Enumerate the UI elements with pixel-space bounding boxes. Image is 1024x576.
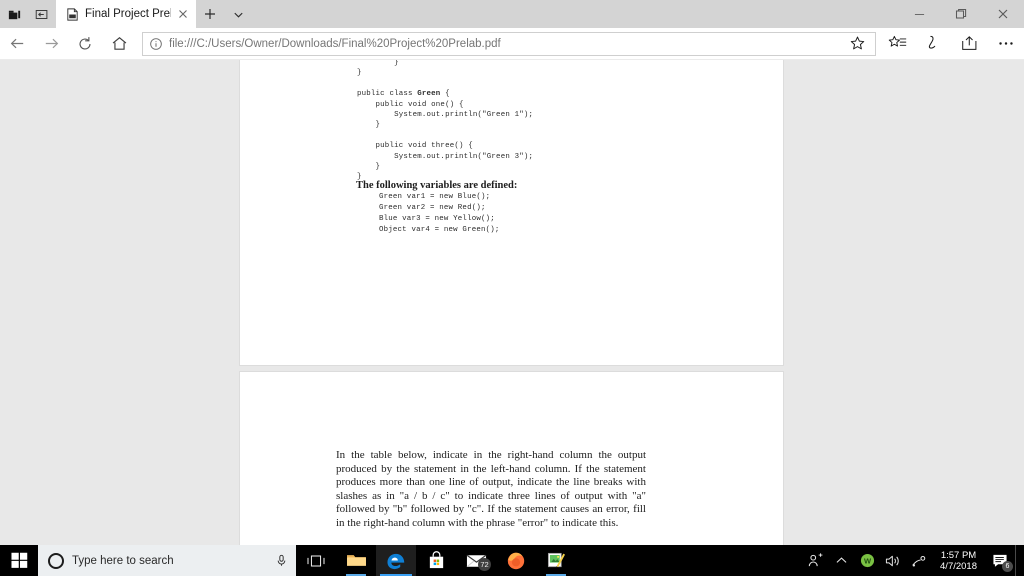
- windows-taskbar: Type here to search 72 W 1:57 PM 4/7/201…: [0, 545, 1024, 576]
- forward-button[interactable]: [34, 28, 68, 60]
- cortana-icon[interactable]: [48, 552, 64, 569]
- address-bar[interactable]: file:///C:/Users/Owner/Downloads/Final%2…: [142, 31, 876, 56]
- pdf-page-1: } } public class Green { public void one…: [240, 60, 783, 365]
- tray-icon-green-app[interactable]: W: [854, 545, 880, 576]
- browser-action-buttons: [880, 28, 1024, 60]
- search-input[interactable]: Type here to search: [38, 545, 296, 576]
- restore-tabs-icon[interactable]: [28, 0, 56, 28]
- network-icon[interactable]: [906, 545, 932, 576]
- show-desktop-button[interactable]: [1015, 545, 1022, 576]
- start-button[interactable]: [0, 545, 38, 576]
- pdf-page-2: In the table below, indicate in the righ…: [240, 372, 783, 545]
- chevron-down-icon[interactable]: [224, 0, 252, 28]
- back-button[interactable]: [0, 28, 34, 60]
- taskbar-item-mail[interactable]: 72: [456, 545, 496, 576]
- action-center-badge: 6: [1002, 561, 1013, 572]
- taskbar-item-microsoft-edge[interactable]: [376, 545, 416, 576]
- pdf-viewer[interactable]: } } public class Green { public void one…: [0, 60, 1024, 545]
- taskbar-item-paint[interactable]: [536, 545, 576, 576]
- clock-date: 4/7/2018: [940, 560, 977, 572]
- taskbar-app-buttons: 72: [296, 545, 576, 576]
- tabstrip-drag-area: [252, 0, 898, 28]
- address-bar-row: file:///C:/Users/Owner/Downloads/Final%2…: [0, 28, 1024, 60]
- system-tray: W 1:57 PM 4/7/2018 6: [802, 545, 1024, 576]
- minimize-button[interactable]: [898, 0, 940, 28]
- search-placeholder-text: Type here to search: [72, 554, 174, 567]
- microphone-icon[interactable]: [274, 554, 288, 567]
- svg-text:W: W: [863, 557, 871, 566]
- site-info-icon[interactable]: [143, 33, 169, 55]
- tab-title: Final Project Prelab.pdf: [85, 8, 171, 20]
- page1-code-green-class: } } public class Green { public void one…: [357, 60, 534, 182]
- web-note-pen-icon[interactable]: [916, 28, 952, 60]
- close-tab-icon[interactable]: [176, 7, 190, 21]
- refresh-button[interactable]: [68, 28, 102, 60]
- address-url-text[interactable]: file:///C:/Users/Owner/Downloads/Final%2…: [169, 33, 839, 55]
- new-tab-button[interactable]: [196, 0, 224, 28]
- restore-button[interactable]: [940, 0, 982, 28]
- volume-icon[interactable]: [880, 545, 906, 576]
- hub-icon[interactable]: [880, 28, 916, 60]
- home-button[interactable]: [102, 28, 136, 60]
- set-aside-tabs-icon[interactable]: [0, 0, 28, 28]
- page1-variables-heading: The following variables are defined:: [356, 180, 518, 191]
- taskbar-item-microsoft-store[interactable]: [416, 545, 456, 576]
- close-button[interactable]: [982, 0, 1024, 28]
- browser-window: Final Project Prelab.pdf: [0, 0, 1024, 545]
- task-view-button[interactable]: [296, 545, 336, 576]
- people-icon[interactable]: [802, 545, 828, 576]
- taskbar-item-file-explorer[interactable]: [336, 545, 376, 576]
- pdf-file-icon: [65, 7, 80, 22]
- share-icon[interactable]: [952, 28, 988, 60]
- clock-time: 1:57 PM: [940, 549, 977, 561]
- tab-strip: Final Project Prelab.pdf: [0, 0, 1024, 28]
- favorite-star-icon[interactable]: [839, 33, 875, 55]
- page2-instructions: In the table below, indicate in the righ…: [336, 449, 646, 529]
- show-hidden-icons-chevron-up[interactable]: [828, 545, 854, 576]
- mail-badge: 72: [478, 558, 491, 571]
- browser-tab[interactable]: Final Project Prelab.pdf: [56, 0, 196, 28]
- action-center-icon[interactable]: 6: [985, 545, 1015, 576]
- page1-variables-code: Green var1 = new Blue(); Green var2 = ne…: [379, 193, 500, 234]
- taskbar-item-firefox[interactable]: [496, 545, 536, 576]
- clock[interactable]: 1:57 PM 4/7/2018: [932, 545, 985, 576]
- window-controls: [898, 0, 1024, 28]
- more-settings-icon[interactable]: [988, 28, 1024, 60]
